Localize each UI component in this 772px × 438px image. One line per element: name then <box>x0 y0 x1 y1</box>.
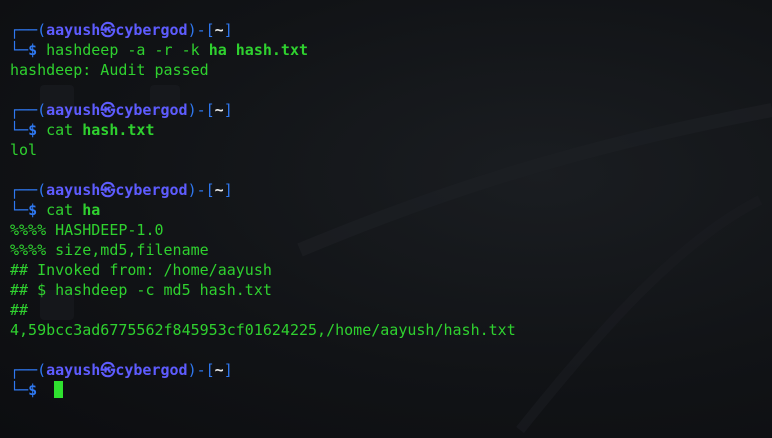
prompt-corner-bottom: └─ <box>10 121 29 139</box>
prompt-dash: - <box>196 101 206 119</box>
prompt-close-paren: ) <box>187 361 197 379</box>
output-line: %%%% size,md5,filename <box>10 241 209 259</box>
prompt-hostname: cybergod <box>115 361 188 379</box>
command-line: └─$ hashdeep -a -r -k ha hash.txt <box>10 40 772 60</box>
command-files: ha hash.txt <box>208 41 309 59</box>
command-name: hashdeep <box>46 41 119 59</box>
prompt-close-paren: ) <box>187 21 197 39</box>
output-line: ## Invoked from: /home/aayush <box>10 261 272 279</box>
command-files: hash.txt <box>82 121 155 139</box>
prompt-header-line: ┌──(aayush㉿cybergod)-[~] <box>10 360 772 380</box>
output-line: ## <box>10 301 29 319</box>
prompt-username: aayush <box>46 181 101 199</box>
prompt-separator-icon: ㉿ <box>100 181 116 199</box>
prompt-directory: ~ <box>214 361 224 379</box>
prompt-corner-bottom: └─ <box>10 381 29 399</box>
output-line: %%%% HASHDEEP-1.0 <box>10 221 164 239</box>
command-args <box>73 201 82 219</box>
terminal-window[interactable]: ┌──(aayush㉿cybergod)-[~] └─$ hashdeep -a … <box>0 0 772 438</box>
text-cursor[interactable] <box>54 381 64 398</box>
prompt-username: aayush <box>46 21 101 39</box>
command-name: cat <box>46 121 74 139</box>
command-line: └─$ cat ha <box>10 200 772 220</box>
prompt-open-paren: ( <box>37 21 47 39</box>
prompt-header-line: ┌──(aayush㉿cybergod)-[~] <box>10 180 772 200</box>
command-name: cat <box>46 201 74 219</box>
prompt-directory: ~ <box>214 181 224 199</box>
prompt-open-bracket: [ <box>205 21 215 39</box>
prompt-close-bracket: ] <box>223 101 233 119</box>
prompt-hostname: cybergod <box>115 101 188 119</box>
prompt-separator-icon: ㉿ <box>100 101 116 119</box>
output-line: 4,59bcc3ad6775562f845953cf01624225,/home… <box>10 321 516 339</box>
prompt-corner-top: ┌── <box>10 181 38 199</box>
prompt-corner-bottom: └─ <box>10 41 29 59</box>
prompt-separator-icon: ㉿ <box>100 21 116 39</box>
command-line: └─$ cat hash.txt <box>10 120 772 140</box>
prompt-directory: ~ <box>214 101 224 119</box>
prompt-hostname: cybergod <box>115 181 188 199</box>
prompt-dollar: $ <box>28 41 38 59</box>
prompt-dollar: $ <box>28 121 38 139</box>
prompt-corner-top: ┌── <box>10 21 38 39</box>
prompt-corner-bottom: └─ <box>10 201 29 219</box>
prompt-close-bracket: ] <box>223 361 233 379</box>
prompt-hostname: cybergod <box>115 21 188 39</box>
prompt-separator-icon: ㉿ <box>100 361 116 379</box>
prompt-close-bracket: ] <box>223 21 233 39</box>
prompt-open-paren: ( <box>37 361 47 379</box>
command-files: ha <box>82 201 101 219</box>
prompt-corner-top: ┌── <box>10 101 38 119</box>
output-line: hashdeep: Audit passed <box>10 61 209 79</box>
prompt-close-paren: ) <box>187 181 197 199</box>
prompt-open-bracket: [ <box>205 361 215 379</box>
prompt-dash: - <box>196 181 206 199</box>
command-args <box>73 121 82 139</box>
prompt-username: aayush <box>46 361 101 379</box>
prompt-dollar: $ <box>28 381 38 399</box>
prompt-dollar: $ <box>28 201 38 219</box>
prompt-open-paren: ( <box>37 181 47 199</box>
prompt-close-paren: ) <box>187 101 197 119</box>
prompt-corner-top: ┌── <box>10 361 38 379</box>
command-args: -a -r -k <box>118 41 209 59</box>
command-line: └─$ <box>10 380 772 400</box>
prompt-directory: ~ <box>214 21 224 39</box>
prompt-open-bracket: [ <box>205 101 215 119</box>
prompt-dash: - <box>196 361 206 379</box>
prompt-dash: - <box>196 21 206 39</box>
output-line: ## $ hashdeep -c md5 hash.txt <box>10 281 272 299</box>
prompt-open-bracket: [ <box>205 181 215 199</box>
output-line: lol <box>10 141 38 159</box>
prompt-header-line: ┌──(aayush㉿cybergod)-[~] <box>10 100 772 120</box>
prompt-open-paren: ( <box>37 101 47 119</box>
terminal-output: ┌──(aayush㉿cybergod)-[~] └─$ hashdeep -a … <box>10 20 772 400</box>
prompt-close-bracket: ] <box>223 181 233 199</box>
prompt-username: aayush <box>46 101 101 119</box>
prompt-header-line: ┌──(aayush㉿cybergod)-[~] <box>10 20 772 40</box>
